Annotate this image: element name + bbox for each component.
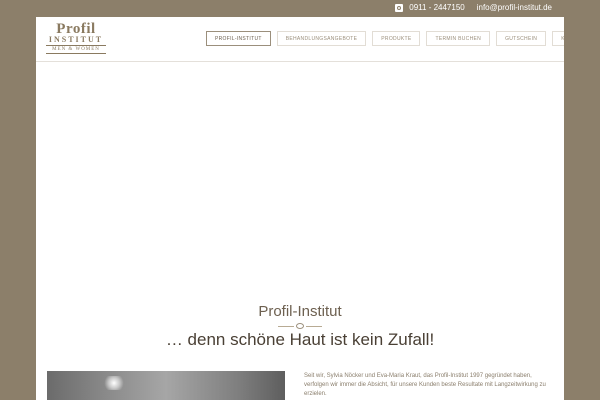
phone-number[interactable]: 0911 - 2447150 [409,3,464,12]
institute-photo [47,371,285,400]
phone-icon [395,3,404,12]
nav-item-profil-institut[interactable]: PROFIL-INSTITUT [206,31,271,46]
logo-line-men-women: MEN & WOMEN [46,45,106,54]
ornament-icon [296,323,304,329]
site-header: Profil INSTITUT MEN & WOMEN PROFIL-INSTI… [36,17,564,62]
section-title: Profil-Institut [258,303,342,320]
divider-line-right [306,326,322,327]
logo-line-profil: Profil [56,21,96,37]
divider-line-left [278,326,294,327]
page-container: Profil INSTITUT MEN & WOMEN PROFIL-INSTI… [36,17,564,400]
nav-item-termin-buchen[interactable]: TERMIN BUCHEN [426,31,491,46]
sparkle-graphic [102,376,126,390]
contact-info: 0911 - 2447150 info@profil-institut.de [395,3,552,12]
nav-item-behandlungsangebote[interactable]: BEHANDLUNGSANGEBOTE [276,31,367,46]
top-bar: 0911 - 2447150 info@profil-institut.de [0,0,600,17]
tagline: … denn schöne Haut ist kein Zufall! [165,330,435,349]
nav-item-produkte[interactable]: PRODUKTE [372,31,421,46]
about-text: Seit wir, Sylvia Nöcker und Eva-Maria Kr… [304,373,546,397]
nav-item-gutschein[interactable]: GUTSCHEIN [496,31,547,46]
email-link[interactable]: info@profil-institut.de [477,3,552,12]
logo[interactable]: Profil INSTITUT MEN & WOMEN [46,22,106,54]
nav-item-kontakt[interactable]: KONTAKT [552,31,564,46]
ornament-divider [278,323,322,329]
logo-line-institut: INSTITUT [48,35,104,44]
main-nav: PROFIL-INSTITUT BEHANDLUNGSANGEBOTE PROD… [206,31,564,46]
